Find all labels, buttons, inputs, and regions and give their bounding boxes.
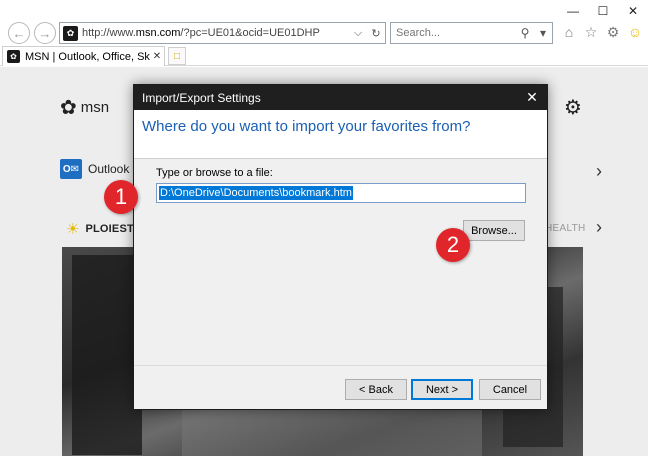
sun-icon: ☀ [66,221,80,238]
url-text: http://www.msn.com/?pc=UE01&ocid=UE01DHP [82,27,349,39]
forward-arrow-icon[interactable]: → [34,22,56,44]
new-tab-icon[interactable]: □ [168,47,186,65]
search-icon[interactable]: ⚲ [516,26,534,40]
search-input[interactable] [396,27,516,39]
dialog-titlebar[interactable]: Import/Export Settings ✕ [134,85,547,110]
step-marker-1: 1 [104,180,138,214]
address-bar[interactable]: ✿ http://www.msn.com/?pc=UE01&ocid=UE01D… [59,22,386,44]
chevron-right-icon[interactable]: › [596,217,602,238]
window-controls: — ☐ ✕ [558,0,648,22]
file-path-input[interactable]: D:\OneDrive\Documents\bookmark.htm [156,183,526,203]
tab-close-icon[interactable]: ✕ [150,51,164,62]
file-path-value: D:\OneDrive\Documents\bookmark.htm [159,186,353,200]
file-field-label: Type or browse to a file: [156,167,273,179]
dialog-footer: < Back Next > Cancel [134,365,547,409]
dialog-title: Import/Export Settings [142,90,261,105]
browse-button[interactable]: Browse... [463,220,525,241]
msn-logo[interactable]: ✿ msn [60,95,109,120]
settings-gear-icon[interactable]: ⚙ [564,95,582,120]
maximize-button[interactable]: ☐ [588,0,618,22]
home-icon[interactable]: ⌂ [560,23,578,41]
search-dropdown-icon[interactable]: ⌵ [349,27,367,40]
health-link[interactable]: HEALTH [545,223,586,234]
browser-tab[interactable]: ✿ MSN | Outlook, Office, Sky... ✕ [2,46,165,66]
import-export-dialog: Import/Export Settings ✕ Where do you wa… [133,84,548,410]
back-button[interactable]: < Back [345,379,407,400]
msn-favicon-icon: ✿ [63,25,78,41]
browser-chrome: — ☐ ✕ ← → ✿ http://www.msn.com/?pc=UE01&… [0,0,648,66]
smiley-feedback-icon[interactable]: ☺ [626,23,644,41]
dialog-heading: Where do you want to import your favorit… [142,118,471,135]
url-domain: msn.com [135,27,181,39]
butterfly-icon: ✿ [60,97,77,119]
outlook-link[interactable]: O✉ Outlook [60,159,129,179]
search-dropdown-arrow-icon[interactable]: ▾ [534,26,552,40]
toolbar-icons: ⌂ ☆ ⚙ ☺ [560,23,644,41]
tab-label: MSN | Outlook, Office, Sky... [25,50,150,63]
back-arrow-icon[interactable]: ← [8,22,30,44]
tab-favicon-icon: ✿ [7,50,20,63]
outlook-label: Outlook [88,162,130,176]
weather-widget[interactable]: ☀ PLOIEST [66,220,134,238]
search-box[interactable]: ⚲ ▾ [390,22,553,44]
favorites-star-icon[interactable]: ☆ [582,23,600,41]
step-marker-2: 2 [436,228,470,262]
photo-shape [72,255,142,455]
gear-icon[interactable]: ⚙ [604,23,622,41]
outlook-icon: O✉ [60,159,82,179]
chevron-right-icon[interactable]: › [596,161,602,182]
minimize-button[interactable]: — [558,0,588,22]
msn-logo-text: msn [80,99,110,116]
weather-location: PLOIEST [85,223,134,235]
dialog-header: Where do you want to import your favorit… [134,110,547,159]
close-window-button[interactable]: ✕ [618,0,648,22]
refresh-icon[interactable]: ↻ [367,27,385,40]
url-rest: /?pc=UE01&ocid=UE01DHP [180,27,320,39]
next-button[interactable]: Next > [411,379,473,400]
url-prefix: http://www. [82,27,136,39]
cancel-button[interactable]: Cancel [479,379,541,400]
dialog-close-button[interactable]: ✕ [517,85,547,110]
